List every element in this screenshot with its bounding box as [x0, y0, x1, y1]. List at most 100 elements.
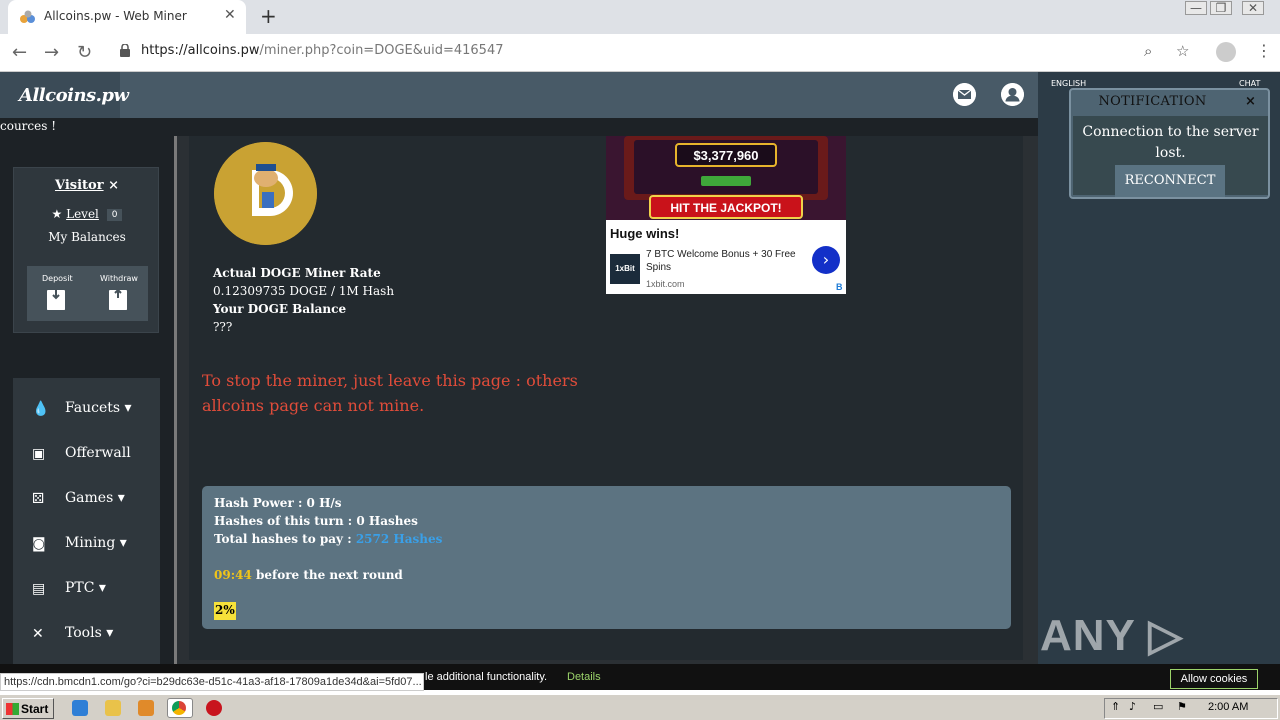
cookie-text: le additional functionality. — [425, 671, 548, 683]
notification-title: NOTIFICATION — [1098, 94, 1207, 109]
user-account-icon[interactable] — [1001, 83, 1024, 106]
stop-message-line: allcoins page can not mine. — [202, 396, 425, 415]
withdraw-label: Withdraw — [100, 274, 138, 283]
allow-cookies-button[interactable]: Allow cookies — [1170, 669, 1258, 689]
deposit-withdraw-box: Deposit Withdraw — [27, 266, 148, 321]
menu-item-mining[interactable]: ◙ Mining ▾ — [13, 520, 160, 565]
menu-item-games[interactable]: ⚄ Games ▾ — [13, 475, 160, 520]
ad-text: 7 BTC Welcome Bonus + 30 Free Spins — [646, 249, 796, 273]
reconnect-button[interactable]: RECONNECT — [1115, 165, 1225, 197]
menu-item-ptc[interactable]: ▤ PTC ▾ — [13, 565, 160, 610]
user-level: ★ Level 0 — [14, 207, 160, 221]
notification-close-icon[interactable]: × — [1245, 94, 1256, 109]
tools-icon: ✕ — [32, 626, 44, 642]
level-link[interactable]: Level — [66, 207, 99, 221]
user-name[interactable]: Visitor × — [14, 178, 160, 193]
menu-item-offerwall[interactable]: ▣ Offerwall — [13, 430, 160, 475]
withdraw-wallet-icon[interactable] — [109, 290, 127, 310]
tab-close-icon[interactable]: ✕ — [224, 7, 236, 23]
doge-coin-logo — [214, 142, 317, 245]
explorer-folder-icon[interactable] — [105, 700, 121, 716]
my-balances-label: My Balances — [48, 230, 126, 244]
zoom-icon[interactable]: ⌕ — [1144, 42, 1152, 60]
user-panel: Visitor × ★ Level 0 My Balances Deposit … — [13, 167, 159, 333]
tray-expand-icon[interactable]: ⇑ — [1111, 700, 1120, 713]
drop-icon: 💧 — [32, 401, 50, 417]
ad-headline: Huge wins! — [610, 226, 680, 241]
language-tab[interactable]: ENGLISH — [1051, 79, 1086, 88]
miner-rate-block: Actual DOGE Miner Rate 0.12309735 DOGE /… — [213, 264, 394, 336]
allcoins-favicon-icon — [20, 10, 35, 23]
ad-arrow-icon[interactable]: › — [812, 246, 840, 274]
minimize-button[interactable]: — — [1185, 1, 1207, 15]
menu-label: Games ▾ — [65, 490, 125, 506]
reload-icon[interactable]: ↻ — [77, 42, 92, 63]
tab-title: Allcoins.pw - Web Miner — [44, 9, 187, 23]
windows-taskbar: Start ⇑ ♪ ▭ ⚑ 2:00 AM — [0, 694, 1280, 720]
ad-corner-mark[interactable]: B — [836, 282, 843, 292]
clock: 2:00 AM — [1208, 701, 1249, 713]
browser-tab[interactable]: Allcoins.pw - Web Miner ✕ — [8, 0, 246, 34]
menu-label: Faucets ▾ — [65, 400, 132, 416]
rate-title: Actual DOGE Miner Rate — [213, 266, 381, 280]
new-tab-button[interactable]: + — [260, 4, 277, 28]
notification-body: Connection to the server lost. RECONNECT — [1073, 116, 1268, 197]
mail-icon[interactable] — [953, 83, 976, 106]
start-label: Start — [21, 702, 49, 716]
star-icon: ★ — [51, 207, 63, 221]
chat-tab[interactable]: CHAT — [1239, 79, 1260, 88]
level-badge: 0 — [106, 209, 123, 221]
round-timer: 09:44 before the next round — [214, 568, 403, 582]
ad-brand-logo: 1xBit — [610, 254, 640, 284]
profile-avatar-icon[interactable] — [1216, 42, 1236, 62]
notification-message: Connection to the server lost. — [1082, 124, 1259, 161]
volume-icon[interactable]: ♪ — [1129, 700, 1136, 713]
site-logo[interactable]: Allcoins.pw — [0, 72, 129, 118]
cash-icon: ◙ — [32, 536, 46, 552]
address-bar[interactable]: https://allcoins.pw/miner.php?coin=DOGE&… — [108, 38, 1200, 66]
stop-message-line: To stop the miner, just leave this page … — [202, 371, 578, 390]
total-hashes: Total hashes to pay : 2572 Hashes — [214, 532, 443, 546]
menu-label: Offerwall — [65, 445, 131, 461]
menu-label: Mining ▾ — [65, 535, 127, 551]
hash-power: Hash Power : 0 H/s — [214, 496, 342, 510]
browser-tab-strip: Allcoins.pw - Web Miner ✕ + — ❐ ✕ — [0, 0, 1280, 34]
card-icon: ▤ — [32, 581, 46, 597]
chrome-icon — [172, 701, 186, 715]
media-player-icon[interactable] — [138, 700, 154, 716]
jackpot-button-text: HIT THE JACKPOT! — [670, 201, 781, 215]
browser-menu-icon[interactable]: ⋮ — [1256, 41, 1272, 60]
back-arrow-icon[interactable]: ← — [12, 42, 27, 63]
url-text[interactable]: https://allcoins.pw/miner.php?coin=DOGE&… — [141, 43, 503, 58]
menu-label: PTC ▾ — [65, 580, 106, 596]
forward-arrow-icon[interactable]: → — [44, 42, 59, 63]
rate-value: 0.12309735 DOGE / 1M Hash — [213, 284, 395, 298]
monitor-icon: ▣ — [32, 446, 46, 462]
deposit-label: Deposit — [42, 274, 73, 283]
menu-item-tools[interactable]: ✕ Tools ▾ — [13, 610, 160, 655]
deposit-wallet-icon[interactable] — [47, 290, 65, 310]
flag-icon[interactable]: ⚑ — [1177, 700, 1187, 713]
bookmark-star-icon[interactable]: ☆ — [1176, 42, 1189, 60]
top-navbar: Allcoins.pw — [0, 72, 1038, 118]
cookie-details-link[interactable]: Details — [567, 671, 601, 683]
hash-stats-panel: Hash Power : 0 H/s Hashes of this turn :… — [202, 486, 1011, 629]
antivirus-icon[interactable] — [206, 700, 222, 716]
advertisement[interactable]: $3,377,960 HIT THE JACKPOT! Huge wins! 1… — [606, 136, 846, 294]
system-tray: ⇑ ♪ ▭ ⚑ — [1104, 698, 1278, 719]
dice-icon: ⚄ — [32, 491, 45, 507]
network-icon[interactable]: ▭ — [1153, 700, 1163, 713]
status-bar-url: https://cdn.bmcdn1.com/go?ci=b29dc63e-d5… — [0, 673, 424, 691]
sidebar-scrollbar[interactable] — [174, 136, 177, 690]
close-window-button[interactable]: ✕ — [1242, 1, 1264, 15]
restore-button[interactable]: ❐ — [1210, 1, 1232, 15]
total-hashes-value: 2572 Hashes — [355, 532, 443, 546]
start-button[interactable]: Start — [2, 698, 54, 719]
windows-logo-icon — [6, 703, 19, 715]
menu-item-faucets[interactable]: 💧 Faucets ▾ — [13, 385, 160, 430]
ie-icon[interactable] — [72, 700, 88, 716]
notification-popup: NOTIFICATION × Connection to the server … — [1069, 88, 1270, 199]
user-close-icon[interactable]: × — [108, 178, 119, 193]
timer-value: 09:44 — [214, 568, 252, 582]
balance-title: Your DOGE Balance — [213, 302, 347, 316]
